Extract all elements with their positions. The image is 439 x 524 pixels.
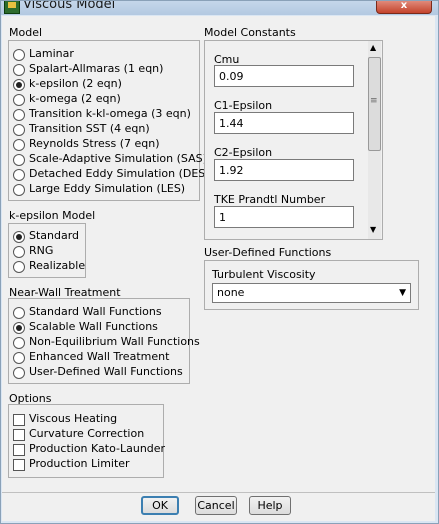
radio-laminar[interactable] (13, 49, 25, 61)
radio-spalart-allmaras[interactable] (13, 64, 25, 76)
option-label: Curvature Correction (29, 427, 145, 440)
turbulent-viscosity-select[interactable]: none ▼ (212, 283, 411, 303)
radio-user-defined-wall-functions[interactable] (13, 367, 25, 379)
tke-prandtl-input[interactable]: 1 (214, 206, 354, 228)
radio-ke-realizable[interactable] (13, 261, 25, 273)
radio-les[interactable] (13, 184, 25, 196)
select-value: none (217, 286, 245, 299)
option-label: RNG (29, 244, 54, 257)
radio-reynolds-stress[interactable] (13, 139, 25, 151)
cmu-input[interactable]: 0.09 (214, 65, 354, 87)
turbulent-viscosity-label: Turbulent Viscosity (212, 268, 316, 281)
checkbox-viscous-heating[interactable] (13, 414, 25, 426)
option-label: Production Limiter (29, 457, 130, 470)
option-label: User-Defined Wall Functions (29, 365, 183, 378)
ok-button[interactable]: OK (141, 496, 179, 515)
udf-group-label: User-Defined Functions (204, 246, 332, 259)
viscous-model-dialog: Viscous Model x Model Laminar Spalart-Al… (0, 0, 439, 524)
option-label: k-omega (2 eqn) (29, 92, 121, 105)
option-label: Laminar (29, 47, 74, 60)
model-group: Laminar Spalart-Allmaras (1 eqn) k-epsil… (8, 40, 210, 201)
option-label: Detached Eddy Simulation (DES) (29, 167, 210, 180)
radio-enhanced-wall-treatment[interactable] (13, 352, 25, 364)
option-label: Transition k-kl-omega (3 eqn) (29, 107, 191, 120)
option-label: Production Kato-Launder (29, 442, 166, 455)
scroll-down-arrow-icon[interactable]: ▼ (370, 225, 376, 234)
scrollbar-thumb[interactable]: ≡ (368, 57, 381, 151)
c1-epsilon-input[interactable]: 1.44 (214, 112, 354, 134)
constants-group-label: Model Constants (204, 26, 296, 39)
option-label: Non-Equilibrium Wall Functions (29, 335, 200, 348)
option-label: Enhanced Wall Treatment (29, 350, 170, 363)
constant-label: C2-Epsilon (214, 146, 273, 159)
constant-label: TKE Prandtl Number (214, 193, 326, 206)
options-group: Viscous Heating Curvature Correction Pro… (8, 404, 166, 478)
app-icon (4, 1, 20, 14)
radio-ke-rng[interactable] (13, 246, 25, 258)
scroll-up-arrow-icon[interactable]: ▲ (370, 43, 376, 52)
radio-transition-sst[interactable] (13, 124, 25, 136)
help-button[interactable]: Help (249, 496, 291, 515)
cancel-button[interactable]: Cancel (195, 496, 237, 515)
option-label: Standard (29, 229, 80, 242)
constants-scrollbar[interactable]: ▲ ≡ ▼ (368, 41, 381, 239)
checkbox-curvature-correction[interactable] (13, 429, 25, 441)
c2-epsilon-input[interactable]: 1.92 (214, 159, 354, 181)
button-bar-separator (2, 492, 435, 493)
window-title: Viscous Model (23, 1, 116, 12)
constant-label: C1-Epsilon (214, 99, 273, 112)
option-label: Large Eddy Simulation (LES) (29, 182, 186, 195)
dialog-body: Model Laminar Spalart-Allmaras (1 eqn) k… (2, 16, 435, 521)
near-wall-group: Standard Wall Functions Scalable Wall Fu… (8, 298, 200, 384)
constants-panel: Cmu 0.09 C1-Epsilon 1.44 C2-Epsilon 1.92… (204, 40, 383, 240)
option-label: Spalart-Allmaras (1 eqn) (29, 62, 164, 75)
radio-non-equilibrium-wall-functions[interactable] (13, 337, 25, 349)
option-label: Transition SST (4 eqn) (29, 122, 150, 135)
checkbox-production-kato-launder[interactable] (13, 444, 25, 456)
radio-des[interactable] (13, 169, 25, 181)
checkbox-production-limiter[interactable] (13, 459, 25, 471)
option-label: Realizable (29, 259, 86, 272)
radio-transition-k-kl-omega[interactable] (13, 109, 25, 121)
radio-k-omega[interactable] (13, 94, 25, 106)
grip-icon: ≡ (370, 96, 378, 106)
title-bar[interactable]: Viscous Model x (1, 1, 438, 15)
option-label: Scale-Adaptive Simulation (SAS) (29, 152, 207, 165)
chevron-down-icon: ▼ (399, 288, 406, 298)
radio-scalable-wall-functions[interactable] (13, 322, 25, 334)
model-group-label: Model (9, 26, 43, 39)
option-label: Scalable Wall Functions (29, 320, 158, 333)
option-label: k-epsilon (2 eqn) (29, 77, 122, 90)
radio-ke-standard[interactable] (13, 231, 25, 243)
ke-model-group-label: k-epsilon Model (9, 209, 96, 222)
ke-model-group: Standard RNG Realizable (8, 223, 86, 278)
option-label: Viscous Heating (29, 412, 118, 425)
radio-sas[interactable] (13, 154, 25, 166)
option-label: Reynolds Stress (7 eqn) (29, 137, 160, 150)
radio-k-epsilon[interactable] (13, 79, 25, 91)
close-button[interactable]: x (376, 1, 432, 14)
udf-group: Turbulent Viscosity none ▼ (204, 260, 419, 310)
radio-standard-wall-functions[interactable] (13, 307, 25, 319)
option-label: Standard Wall Functions (29, 305, 162, 318)
